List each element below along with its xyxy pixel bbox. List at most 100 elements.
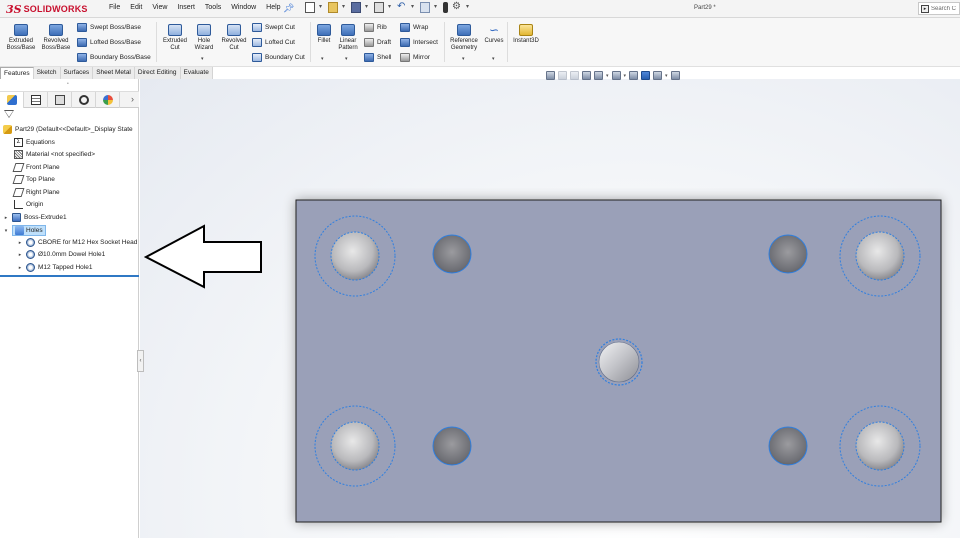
menu-tools[interactable]: Tools <box>200 4 226 11</box>
expand-caret-icon[interactable]: ▸ <box>17 252 23 258</box>
tree-root-part[interactable]: Part29 (Default<<Default>_Display State <box>3 125 133 134</box>
tree-item-top-plane[interactable]: Top Plane <box>12 175 55 184</box>
dowel-hole[interactable] <box>768 426 808 466</box>
panel-collapse-handle[interactable]: ‹ <box>137 350 144 372</box>
tab-evaluate[interactable]: Evaluate <box>180 67 213 79</box>
reference-geometry-dropdown-icon[interactable]: ▾ <box>462 56 465 62</box>
mirror-button[interactable]: Mirror <box>400 53 430 62</box>
select-pointer-icon[interactable] <box>420 2 430 13</box>
swept-cut-button[interactable]: Swept Cut <box>252 23 295 32</box>
section-view-icon[interactable] <box>582 71 591 80</box>
menu-help[interactable]: Help <box>261 4 285 11</box>
rebuild-icon[interactable] <box>443 2 448 13</box>
fillet-button[interactable]: Fillet <box>313 24 335 45</box>
options-gear-icon[interactable]: ⚙ <box>452 2 462 13</box>
menu-file[interactable]: File <box>104 4 125 11</box>
tab-feature-tree[interactable] <box>0 92 24 108</box>
tab-direct-editing[interactable]: Direct Editing <box>134 67 181 79</box>
apply-scene-icon[interactable] <box>653 71 663 80</box>
extruded-boss-button[interactable]: Extruded Boss/Base <box>6 24 36 52</box>
pin-icon[interactable]: 📌︎ <box>283 3 294 14</box>
linear-pattern-button[interactable]: Linear Pattern <box>335 24 361 52</box>
zoom-to-fit-icon[interactable] <box>546 71 555 80</box>
view-orientation-icon[interactable] <box>594 71 603 80</box>
options-dropdown-icon[interactable]: ▾ <box>466 2 471 13</box>
tab-features[interactable]: Features <box>0 67 34 79</box>
tab-display-manager[interactable] <box>96 92 120 108</box>
view-orientation-dropdown-icon[interactable]: ▾ <box>606 73 609 79</box>
tab-configuration-manager[interactable] <box>48 92 72 108</box>
boundary-cut-button[interactable]: Boundary Cut <box>252 53 305 62</box>
revolved-cut-button[interactable]: Revolved Cut <box>218 24 250 52</box>
tree-item-material[interactable]: Material <not specified> <box>14 150 95 159</box>
view-settings-icon[interactable] <box>670 71 680 80</box>
tab-dimxpert-manager[interactable] <box>72 92 96 108</box>
wrap-button[interactable]: Wrap <box>400 23 428 32</box>
rollback-bar[interactable] <box>0 275 139 277</box>
tree-item-front-plane[interactable]: Front Plane <box>12 163 60 172</box>
undo-dropdown-icon[interactable]: ▾ <box>411 2 416 13</box>
dowel-hole[interactable] <box>432 234 472 274</box>
part-model[interactable] <box>280 188 960 538</box>
rib-button[interactable]: Rib <box>364 23 387 32</box>
print-dropdown-icon[interactable]: ▾ <box>388 2 393 13</box>
undo-icon[interactable]: ↶ <box>397 2 407 13</box>
solidworks-logo[interactable]: 3S SOLIDWORKS <box>6 2 88 16</box>
revolved-boss-button[interactable]: Revolved Boss/Base <box>40 24 72 52</box>
print-icon[interactable] <box>374 2 384 13</box>
curves-dropdown-icon[interactable]: ▾ <box>492 56 495 62</box>
tree-item-origin[interactable]: Origin <box>14 200 43 209</box>
extruded-cut-button[interactable]: Extruded Cut <box>160 24 190 52</box>
draft-button[interactable]: Draft <box>364 38 391 47</box>
fillet-dropdown-icon[interactable]: ▾ <box>321 56 324 62</box>
display-style-icon[interactable] <box>611 71 621 80</box>
boundary-boss-button[interactable]: Boundary Boss/Base <box>77 53 151 62</box>
chevron-right-icon[interactable]: › <box>131 94 134 104</box>
tree-item-boss-extrude1[interactable]: ▸ Boss-Extrude1 <box>3 213 67 222</box>
hole-wizard-button[interactable]: Hole Wizard <box>192 24 216 52</box>
tree-item-right-plane[interactable]: Right Plane <box>12 188 60 197</box>
collapse-caret-icon[interactable]: ▾ <box>3 228 9 234</box>
tree-item-cbore-hole[interactable]: ▸ CBORE for M12 Hex Socket Head <box>17 238 137 247</box>
menu-view[interactable]: View <box>147 4 172 11</box>
edit-appearance-icon[interactable] <box>641 71 651 80</box>
tree-item-holes-folder[interactable]: ▾ Holes <box>3 225 46 236</box>
swept-boss-button[interactable]: Swept Boss/Base <box>77 23 141 32</box>
tree-item-equations[interactable]: Σ Equations <box>14 138 55 147</box>
open-folder-icon[interactable] <box>328 2 338 13</box>
display-style-dropdown-icon[interactable]: ▾ <box>624 73 627 79</box>
intersect-button[interactable]: Intersect <box>400 38 438 47</box>
filter-icon[interactable] <box>4 110 14 118</box>
expand-caret-icon[interactable]: ▸ <box>17 265 23 271</box>
lofted-boss-button[interactable]: Lofted Boss/Base <box>77 38 141 47</box>
lofted-cut-button[interactable]: Lofted Cut <box>252 38 295 47</box>
hole-wizard-dropdown-icon[interactable]: ▾ <box>201 56 204 62</box>
save-dropdown-icon[interactable]: ▾ <box>365 2 370 13</box>
tab-surfaces[interactable]: Surfaces <box>60 67 94 79</box>
search-box[interactable]: ▸ Search C <box>918 2 960 15</box>
zoom-to-area-icon[interactable] <box>558 71 567 80</box>
previous-view-icon[interactable] <box>570 71 579 80</box>
expand-caret-icon[interactable]: ▸ <box>17 240 23 246</box>
new-dropdown-icon[interactable]: ▾ <box>319 2 324 13</box>
menu-edit[interactable]: Edit <box>125 4 147 11</box>
apply-scene-dropdown-icon[interactable]: ▾ <box>665 73 668 79</box>
curves-button[interactable]: ∽ Curves <box>483 24 505 45</box>
dowel-hole[interactable] <box>768 234 808 274</box>
select-dropdown-icon[interactable]: ▾ <box>434 2 439 13</box>
new-document-icon[interactable] <box>305 2 315 13</box>
tree-item-dowel-hole[interactable]: ▸ Ø10.0mm Dowel Hole1 <box>17 250 105 259</box>
tree-item-tapped-hole[interactable]: ▸ M12 Tapped Hole1 <box>17 263 92 272</box>
dowel-hole[interactable] <box>432 426 472 466</box>
menu-window[interactable]: Window <box>226 4 261 11</box>
instant3d-button[interactable]: Instant3D <box>510 24 542 45</box>
tab-property-manager[interactable] <box>24 92 48 108</box>
linear-pattern-dropdown-icon[interactable]: ▾ <box>345 56 348 62</box>
open-dropdown-icon[interactable]: ▾ <box>342 2 347 13</box>
menu-insert[interactable]: Insert <box>172 4 200 11</box>
tab-sheet-metal[interactable]: Sheet Metal <box>93 67 135 79</box>
panel-grip-icon[interactable]: • <box>67 81 69 87</box>
hide-show-items-icon[interactable] <box>629 71 639 80</box>
tab-sketch[interactable]: Sketch <box>33 67 61 79</box>
shell-button[interactable]: Shell <box>364 53 391 62</box>
